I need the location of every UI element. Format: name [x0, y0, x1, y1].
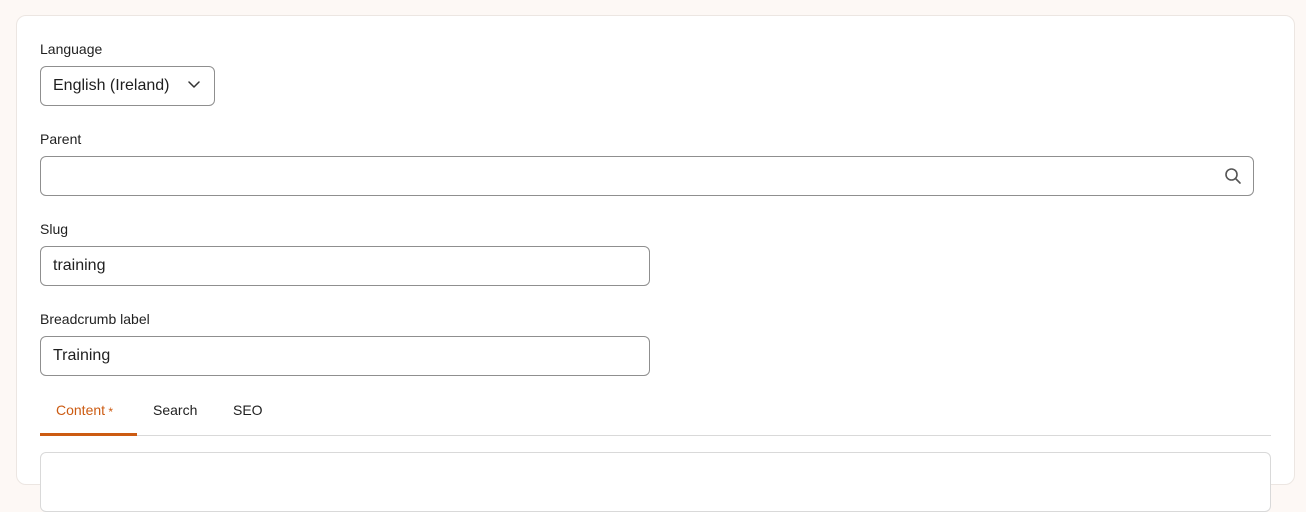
tab-content[interactable]: Content * — [40, 396, 137, 436]
breadcrumb-input-value: Training — [53, 347, 111, 364]
search-icon[interactable] — [1224, 167, 1242, 185]
language-label: Language — [40, 41, 103, 57]
tab-seo-label: SEO — [233, 402, 263, 418]
slug-input[interactable]: training — [40, 246, 650, 286]
form-card: Language English (Ireland) Parent Slug t… — [16, 15, 1295, 512]
language-select-value: English (Ireland) — [53, 77, 170, 94]
slug-input-value: training — [53, 257, 106, 274]
required-asterisk: * — [108, 405, 114, 419]
parent-label: Parent — [40, 131, 82, 147]
parent-search-input[interactable] — [40, 156, 1254, 196]
breadcrumb-label: Breadcrumb label — [40, 311, 150, 327]
tab-search-label: Search — [153, 402, 198, 418]
slug-label: Slug — [40, 221, 69, 237]
tab-search[interactable]: Search — [153, 396, 197, 436]
tab-panel — [40, 452, 1271, 512]
tab-content-label: Content — [56, 402, 106, 418]
tab-seo[interactable]: SEO — [233, 396, 263, 436]
breadcrumb-label-input[interactable]: Training — [40, 336, 650, 376]
tab-bar: Content * Search SEO — [40, 396, 1271, 436]
chevron-down-icon — [188, 81, 200, 88]
language-select[interactable]: English (Ireland) — [40, 66, 215, 106]
